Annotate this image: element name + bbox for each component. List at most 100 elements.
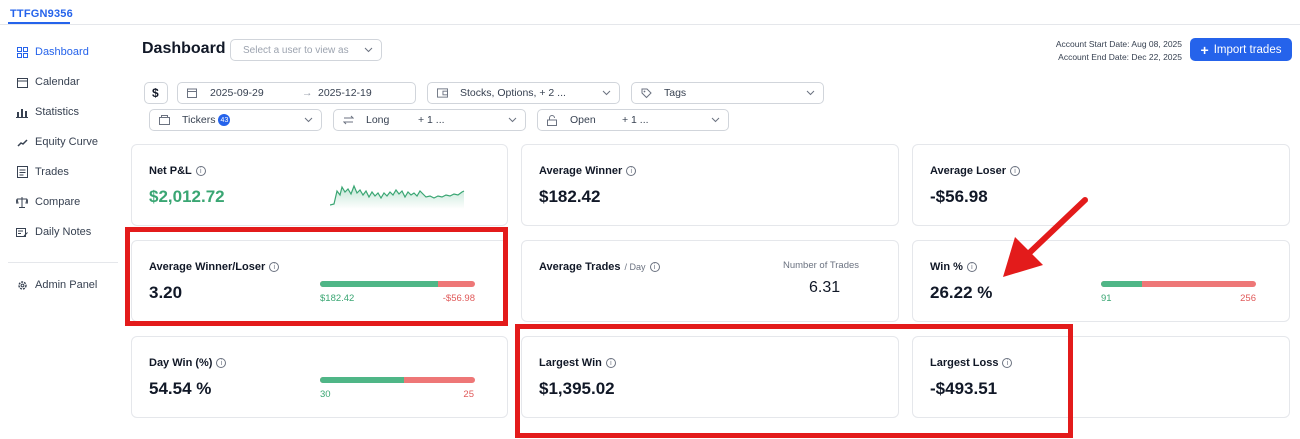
account-end-label: Account End Date:	[1058, 52, 1130, 62]
loss-count: 256	[1240, 293, 1256, 304]
number-of-trades-label: Number of Trades	[783, 260, 860, 271]
card-label: Average Loser i	[930, 165, 1021, 177]
day-win-card: Day Win (%) i 54.54 % 30 25	[131, 336, 508, 418]
date-to: 2025-12-19	[318, 87, 372, 99]
gear-icon	[16, 279, 28, 291]
highlight-box-winner-loser	[125, 227, 508, 326]
card-label: Day Win (%) i	[149, 357, 227, 369]
card-label: Average Trades / Day i	[539, 261, 660, 273]
unlock-icon	[547, 114, 558, 126]
info-icon[interactable]: i	[626, 166, 637, 176]
sidebar-item-label: Statistics	[35, 106, 80, 118]
status-more: + 1 ...	[622, 114, 649, 126]
chevron-down-icon	[602, 88, 611, 100]
page-title: Dashboard	[142, 40, 226, 57]
sidebar-item-compare[interactable]: Compare	[16, 192, 80, 212]
dashboard-icon	[16, 46, 28, 58]
account-start-value: Aug 08, 2025	[1131, 39, 1182, 49]
asset-type-select[interactable]: Stocks, Options, + 2 ...	[427, 82, 620, 104]
compare-icon	[16, 196, 28, 208]
user-select-placeholder: Select a user to view as	[243, 45, 349, 56]
status-value: Open	[570, 114, 596, 126]
sidebar-item-dashboard[interactable]: Dashboard	[16, 42, 89, 62]
sidebar-item-equity-curve[interactable]: Equity Curve	[16, 132, 98, 152]
user-tab-underline	[8, 22, 70, 24]
card-label: Win % i	[930, 261, 977, 273]
chevron-down-icon	[806, 88, 815, 100]
tickers-count-badge: 43	[218, 114, 231, 126]
import-trades-label: Import trades	[1213, 43, 1282, 56]
net-pnl-value: $2,012.72	[149, 187, 225, 206]
currency-toggle[interactable]: $	[144, 82, 168, 104]
sidebar: Dashboard Calendar Statistics Equity Cur…	[0, 26, 120, 439]
win-percent-fill	[1101, 281, 1142, 287]
day-win-value: 54.54 %	[149, 379, 212, 398]
average-trades-card: Average Trades / Day i Number of Trades 6.…	[521, 240, 899, 322]
card-label: Average Winner i	[539, 165, 637, 177]
tags-select[interactable]: Tags	[631, 82, 824, 104]
annotation-arrow-icon	[1003, 197, 1088, 277]
info-icon[interactable]: i	[195, 166, 206, 176]
average-winner-value: $182.42	[539, 187, 601, 206]
equity-curve-icon	[16, 136, 28, 148]
win-percent-value: 26.22 %	[930, 283, 993, 302]
currency-symbol: $	[152, 86, 159, 100]
losing-days-count: 25	[463, 389, 474, 400]
win-percent-bar	[1101, 281, 1256, 287]
sidebar-item-daily-notes[interactable]: Daily Notes	[16, 222, 91, 242]
info-icon[interactable]: i	[649, 262, 660, 272]
average-loser-label: Average Loser	[930, 165, 1007, 177]
account-end-value: Dec 22, 2025	[1131, 52, 1182, 62]
day-win-fill	[320, 377, 405, 383]
info-icon[interactable]: i	[966, 262, 977, 272]
calendar-icon	[187, 88, 198, 99]
sidebar-divider	[8, 262, 118, 263]
date-from: 2025-09-29	[210, 87, 264, 99]
swap-icon	[343, 115, 354, 126]
winning-days-count: 30	[320, 389, 331, 400]
sidebar-item-label: Daily Notes	[35, 226, 92, 238]
tags-value: Tags	[664, 87, 687, 99]
day-win-bar	[320, 377, 475, 383]
import-trades-button[interactable]: + Import trades	[1190, 38, 1292, 61]
average-trades-label: Average Trades	[539, 261, 621, 273]
number-of-trades-value: 6.31	[809, 279, 841, 296]
wallet-icon	[437, 87, 448, 99]
daily-notes-icon	[16, 226, 28, 238]
average-loser-card: Average Loser i -$56.98	[912, 144, 1290, 226]
account-dates: Account Start Date: Aug 08, 2025 Account…	[1056, 38, 1182, 64]
highlight-box-largest	[515, 324, 1073, 438]
info-icon[interactable]: i	[216, 358, 227, 368]
card-label: Net P&L i	[149, 165, 206, 177]
net-pnl-label: Net P&L	[149, 165, 192, 177]
sidebar-item-label: Dashboard	[35, 46, 89, 58]
tickers-select[interactable]: Tickers 43	[149, 109, 322, 131]
chevron-down-icon	[364, 45, 373, 57]
side-value: Long	[366, 114, 390, 126]
plus-icon: +	[1200, 41, 1209, 58]
chevron-down-icon	[304, 115, 313, 127]
sidebar-item-label: Compare	[35, 196, 81, 208]
asset-type-value: Stocks, Options, + 2 ...	[460, 87, 566, 99]
sidebar-item-statistics[interactable]: Statistics	[16, 102, 79, 122]
statistics-icon	[16, 106, 28, 118]
net-pnl-card: Net P&L i $2,012.72	[131, 144, 508, 226]
win-percent-label: Win %	[930, 261, 963, 273]
status-select[interactable]: Open + 1 ...	[537, 109, 729, 131]
tickers-value: Tickers	[182, 114, 216, 126]
sidebar-item-calendar[interactable]: Calendar	[16, 72, 80, 92]
average-loser-value: -$56.98	[930, 187, 988, 206]
sidebar-item-label: Equity Curve	[35, 136, 98, 148]
day-win-label: Day Win (%)	[149, 357, 213, 369]
date-range-picker[interactable]: 2025-09-29 → 2025-12-19	[177, 82, 416, 104]
win-percent-card: Win % i 26.22 % 91 256	[912, 240, 1290, 322]
user-tab[interactable]: TTFGN9356	[10, 8, 73, 20]
calendar-icon	[16, 76, 28, 88]
sidebar-item-trades[interactable]: Trades	[16, 162, 69, 182]
trades-icon	[16, 166, 28, 178]
chevron-down-icon	[508, 115, 517, 127]
side-select[interactable]: Long + 1 ...	[333, 109, 526, 131]
sidebar-item-admin-panel[interactable]: Admin Panel	[16, 275, 97, 295]
user-select[interactable]: Select a user to view as	[230, 39, 382, 61]
info-icon[interactable]: i	[1010, 166, 1021, 176]
